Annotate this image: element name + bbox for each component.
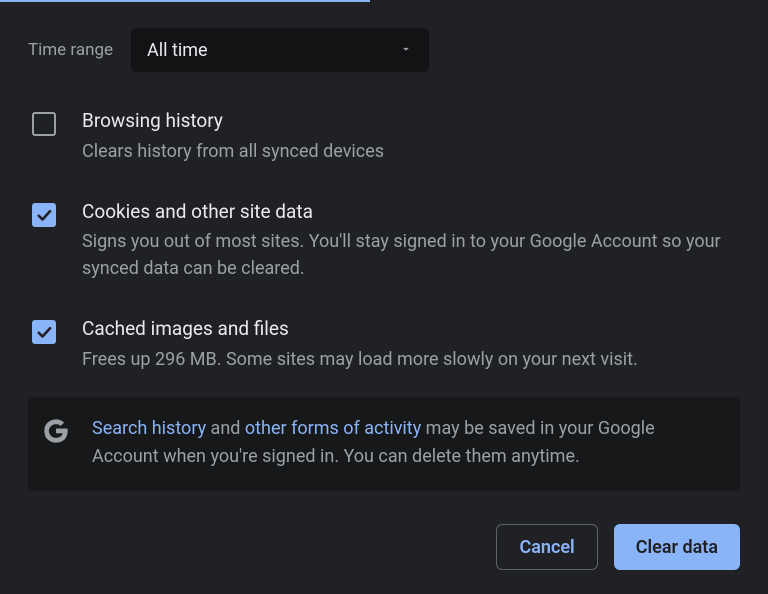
option-text: Cached images and files Frees up 296 MB.…: [82, 316, 740, 373]
chevron-down-icon: [399, 41, 413, 60]
clear-data-button-label: Clear data: [636, 537, 718, 558]
time-range-select[interactable]: All time: [131, 28, 429, 72]
clear-browsing-data-dialog: Time range All time Browsing history Cle…: [0, 0, 768, 594]
checkbox-browsing-history[interactable]: [32, 112, 56, 136]
link-other-activity[interactable]: other forms of activity: [245, 418, 421, 439]
cancel-button[interactable]: Cancel: [496, 524, 597, 570]
option-browsing-history: Browsing history Clears history from all…: [28, 94, 740, 185]
time-range-label: Time range: [28, 40, 113, 60]
option-desc: Frees up 296 MB. Some sites may load mor…: [82, 346, 740, 373]
info-text-and: and: [206, 418, 245, 439]
clear-data-button[interactable]: Clear data: [614, 524, 740, 570]
button-row: Cancel Clear data: [496, 524, 740, 570]
info-text: Search history and other forms of activi…: [92, 415, 720, 471]
option-cookies: Cookies and other site data Signs you ou…: [28, 185, 740, 303]
check-icon: [35, 323, 53, 341]
accent-bar: [0, 0, 370, 2]
checkbox-cookies[interactable]: [32, 203, 56, 227]
option-desc: Clears history from all synced devices: [82, 138, 740, 165]
option-title: Cached images and files: [82, 316, 740, 342]
check-icon: [35, 206, 53, 224]
option-text: Browsing history Clears history from all…: [82, 108, 740, 165]
option-cache: Cached images and files Frees up 296 MB.…: [28, 302, 740, 393]
option-title: Cookies and other site data: [82, 199, 740, 225]
checkbox-cache[interactable]: [32, 320, 56, 344]
option-desc: Signs you out of most sites. You'll stay…: [82, 228, 740, 282]
time-range-row: Time range All time: [28, 0, 740, 94]
google-g-icon: [42, 417, 70, 449]
google-account-info-panel: Search history and other forms of activi…: [28, 397, 740, 491]
time-range-value: All time: [147, 40, 208, 61]
link-search-history[interactable]: Search history: [92, 418, 206, 439]
option-text: Cookies and other site data Signs you ou…: [82, 199, 740, 283]
option-title: Browsing history: [82, 108, 740, 134]
cancel-button-label: Cancel: [519, 537, 574, 558]
